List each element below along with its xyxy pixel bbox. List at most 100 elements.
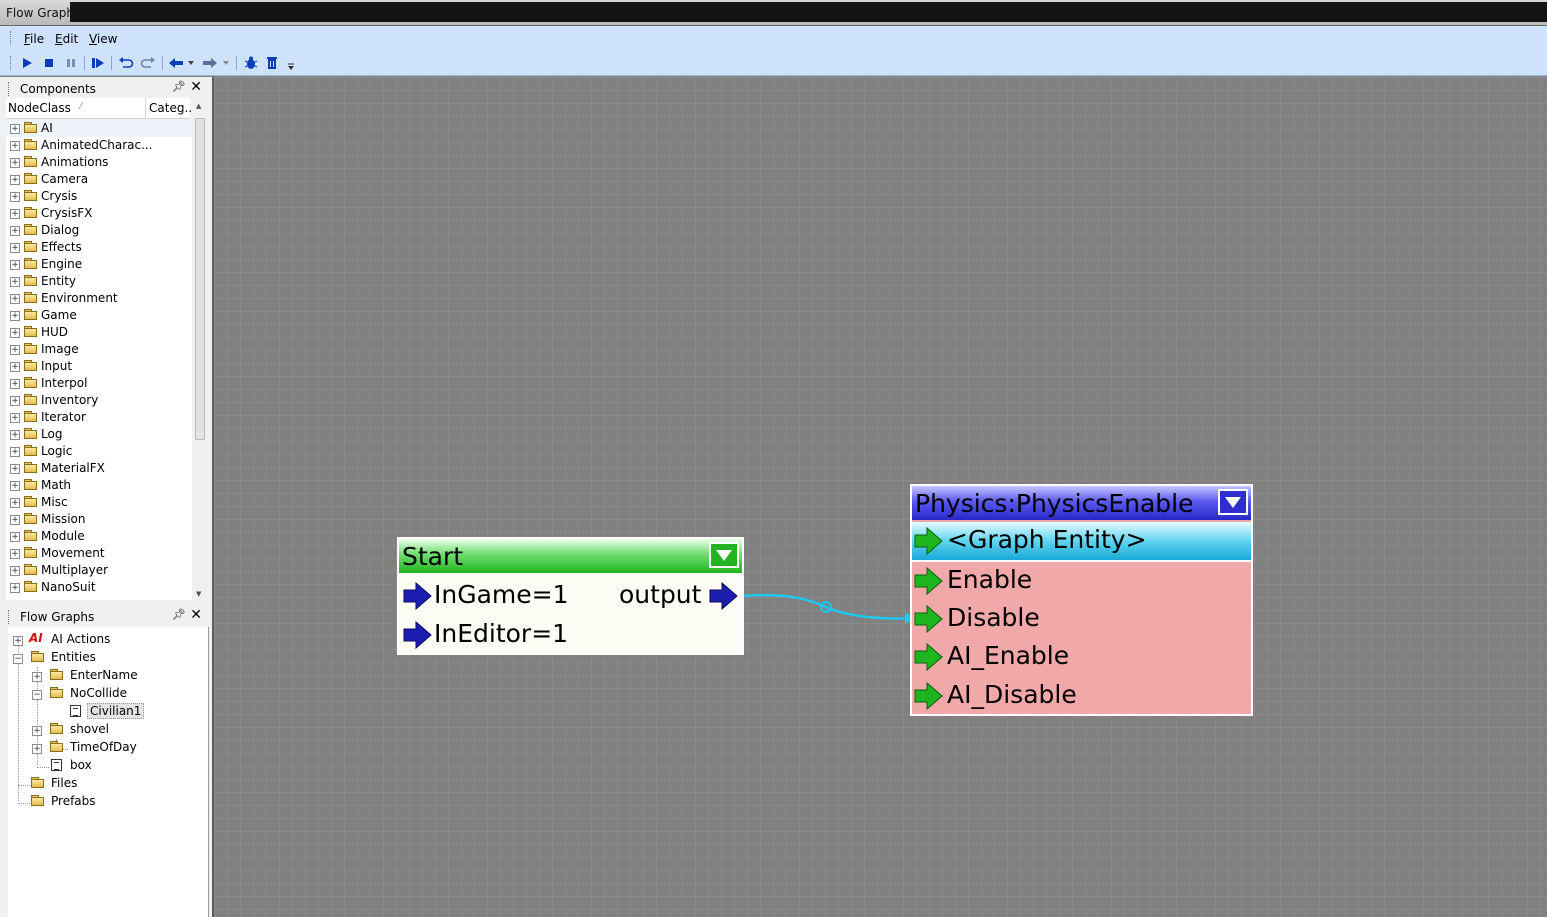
physics-enable-node[interactable]: Physics:PhysicsEnable <Graph Entity> Ena…	[910, 484, 1253, 716]
expand-icon[interactable]: +	[10, 515, 20, 525]
scrollbar-thumb[interactable]	[195, 118, 205, 440]
component-category-item[interactable]: + CrysisFX	[6, 205, 192, 222]
collapse-icon[interactable]: −	[32, 690, 42, 700]
expand-icon[interactable]: +	[10, 583, 20, 593]
expand-icon[interactable]: +	[10, 532, 20, 542]
input-port-arrow-icon[interactable]	[403, 620, 433, 650]
expand-icon[interactable]: +	[10, 549, 20, 559]
expand-icon[interactable]: +	[10, 362, 20, 372]
toolbar-grip[interactable]	[10, 56, 13, 70]
component-category-item[interactable]: + Animations	[6, 154, 192, 171]
debug-button[interactable]	[242, 54, 260, 72]
output-label[interactable]: output	[619, 580, 701, 609]
component-category-item[interactable]: + Mission	[6, 511, 192, 528]
component-category-item[interactable]: + Movement	[6, 545, 192, 562]
column-category[interactable]: Categ...	[149, 101, 196, 115]
expand-icon[interactable]: +	[10, 498, 20, 508]
component-category-item[interactable]: + Misc	[6, 494, 192, 511]
physics-node-header[interactable]: Physics:PhysicsEnable	[912, 486, 1251, 520]
expand-icon[interactable]: +	[10, 311, 20, 321]
input-port-arrow-icon[interactable]	[914, 566, 944, 596]
start-node-header[interactable]: Start	[399, 539, 742, 573]
stop-button[interactable]	[40, 54, 58, 72]
input-ineditor[interactable]: InEditor=1	[434, 619, 568, 648]
component-category-item[interactable]: + Crysis	[6, 188, 192, 205]
menu-file[interactable]: File	[22, 32, 46, 46]
component-category-item[interactable]: + AI	[6, 120, 192, 137]
expand-icon[interactable]: +	[10, 277, 20, 287]
input-port-arrow-icon[interactable]	[914, 642, 944, 672]
column-divider[interactable]	[145, 98, 146, 118]
connection-link[interactable]	[214, 77, 1547, 917]
expand-icon[interactable]: +	[10, 260, 20, 270]
expand-icon[interactable]: +	[10, 209, 20, 219]
pause-button[interactable]	[62, 54, 80, 72]
output-port-arrow-icon[interactable]	[709, 581, 739, 611]
start-node[interactable]: Start InGame=1 InEditor=1 output	[397, 537, 744, 655]
component-category-item[interactable]: + Interpol	[6, 375, 192, 392]
input-port-arrow-icon[interactable]	[914, 604, 944, 634]
scroll-up-icon[interactable]: ▲	[196, 102, 201, 110]
expand-icon[interactable]: +	[13, 636, 23, 646]
component-category-item[interactable]: + Effects	[6, 239, 192, 256]
component-category-item[interactable]: + Engine	[6, 256, 192, 273]
panel-grip[interactable]	[8, 82, 11, 96]
expand-icon[interactable]: +	[10, 192, 20, 202]
expand-icon[interactable]: +	[10, 379, 20, 389]
menubar-grip[interactable]	[10, 31, 13, 45]
expand-icon[interactable]: +	[10, 124, 20, 134]
expand-icon[interactable]: +	[10, 464, 20, 474]
expand-icon[interactable]: +	[10, 175, 20, 185]
component-category-item[interactable]: + Entity	[6, 273, 192, 290]
undo-button[interactable]	[117, 54, 135, 72]
flowgraph-canvas[interactable]: Start InGame=1 InEditor=1 output Physics…	[212, 77, 1547, 917]
expand-icon[interactable]: +	[10, 430, 20, 440]
node-menu-button[interactable]	[1218, 489, 1248, 515]
input-ingame[interactable]: InGame=1	[434, 580, 569, 609]
forward-dropdown[interactable]	[221, 54, 231, 72]
component-category-item[interactable]: + HUD	[6, 324, 192, 341]
expand-icon[interactable]: +	[32, 744, 42, 754]
expand-icon[interactable]: +	[10, 226, 20, 236]
graph-entity-row[interactable]: <Graph Entity>	[912, 522, 1251, 560]
component-category-item[interactable]: + Logic	[6, 443, 192, 460]
component-category-item[interactable]: + Camera	[6, 171, 192, 188]
component-category-item[interactable]: + Game	[6, 307, 192, 324]
component-category-item[interactable]: + Multiplayer	[6, 562, 192, 579]
column-nodeclass[interactable]: NodeClass	[8, 101, 71, 115]
components-tree[interactable]: + AI + AnimatedCharac... + Animations + Camera +…	[6, 120, 192, 600]
redo-button[interactable]	[139, 54, 157, 72]
toolbar-overflow[interactable]	[286, 62, 296, 72]
expand-icon[interactable]: +	[10, 158, 20, 168]
step-button[interactable]	[89, 54, 107, 72]
node-menu-button[interactable]	[709, 542, 739, 568]
input-enable[interactable]: Enable	[947, 565, 1032, 594]
entity-port-arrow-icon[interactable]	[914, 526, 944, 556]
expand-icon[interactable]: +	[10, 141, 20, 151]
component-category-item[interactable]: + MaterialFX	[6, 460, 192, 477]
component-category-item[interactable]: + Dialog	[6, 222, 192, 239]
back-button[interactable]	[167, 54, 185, 72]
close-icon[interactable]: ✕	[190, 607, 202, 623]
expand-icon[interactable]: +	[10, 447, 20, 457]
component-category-item[interactable]: + Iterator	[6, 409, 192, 426]
component-category-item[interactable]: + Log	[6, 426, 192, 443]
play-button[interactable]	[18, 54, 36, 72]
component-category-item[interactable]: + Environment	[6, 290, 192, 307]
expand-icon[interactable]: +	[10, 396, 20, 406]
forward-button[interactable]	[201, 54, 219, 72]
expand-icon[interactable]: +	[10, 345, 20, 355]
delete-button[interactable]	[263, 54, 281, 72]
expand-icon[interactable]: +	[10, 294, 20, 304]
expand-icon[interactable]: +	[10, 413, 20, 423]
close-icon[interactable]: ✕	[190, 79, 202, 95]
scroll-down-icon[interactable]: ▼	[196, 590, 201, 598]
component-category-item[interactable]: + AnimatedCharac...	[6, 137, 192, 154]
flowgraphs-tree[interactable]: + AI AI Actions − Entities + EnterName −…	[8, 627, 209, 917]
expand-icon[interactable]: +	[32, 672, 42, 682]
menu-edit[interactable]: Edit	[53, 32, 80, 46]
expand-icon[interactable]: +	[32, 726, 42, 736]
input-port-arrow-icon[interactable]	[403, 581, 433, 611]
component-category-item[interactable]: + Inventory	[6, 392, 192, 409]
expand-icon[interactable]: +	[10, 566, 20, 576]
